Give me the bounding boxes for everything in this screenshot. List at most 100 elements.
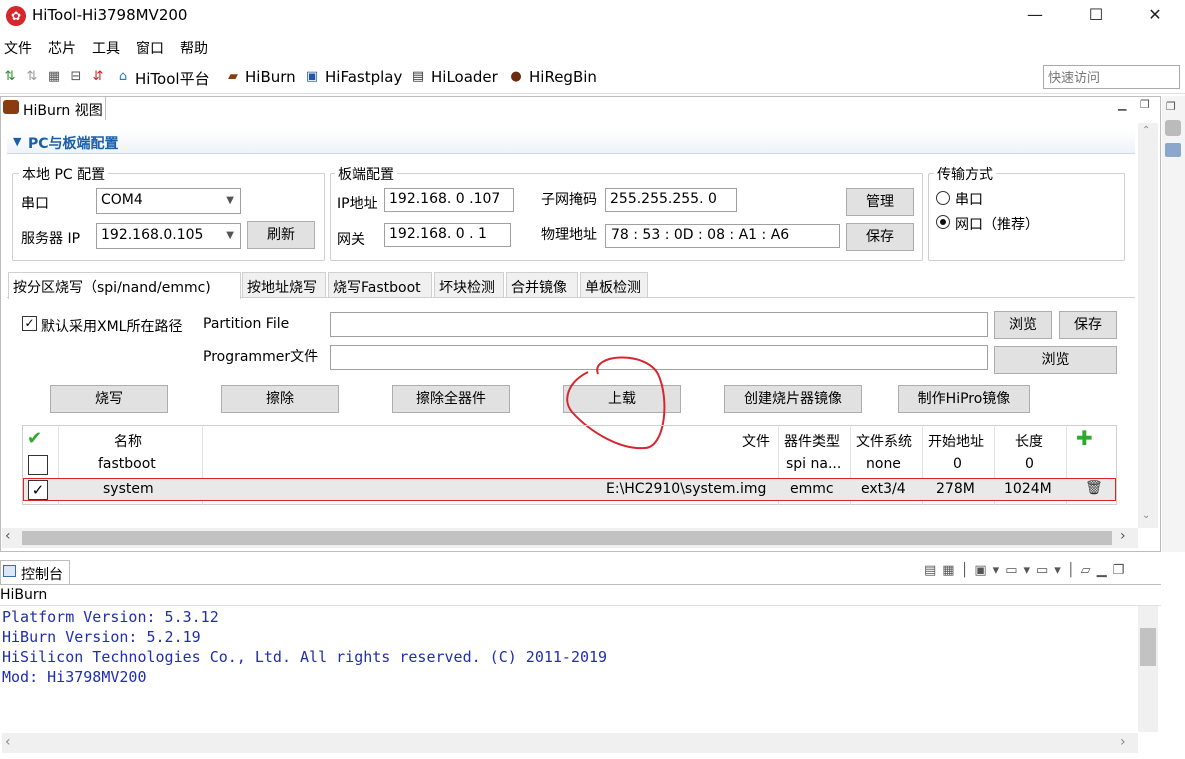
programmer-browse-button[interactable]: 浏览 xyxy=(994,346,1117,374)
tab-board-check[interactable]: 单板检测 xyxy=(580,272,648,298)
console-horizontal-scrollbar[interactable] xyxy=(2,733,1138,753)
ip-address-field[interactable]: 192.168. 0 .107 xyxy=(384,188,514,212)
disconnect-icon[interactable]: ⇅ xyxy=(24,69,40,85)
board-save-button[interactable]: 保存 xyxy=(846,223,914,251)
row-checkbox[interactable] xyxy=(28,455,48,475)
scroll-down-icon[interactable]: ⌄ xyxy=(1142,510,1150,521)
hiburn-icon[interactable]: ▰ xyxy=(225,69,241,85)
toolbar-hifastplay[interactable]: HiFastplay xyxy=(325,68,402,86)
board-icon[interactable]: ▦ xyxy=(46,69,62,85)
gateway-label: 网关 xyxy=(337,232,365,248)
manage-button[interactable]: 管理 xyxy=(846,188,914,216)
toolbar-hiburn[interactable]: HiBurn xyxy=(245,68,296,86)
menu-chip[interactable]: 芯片 xyxy=(48,38,76,58)
add-row-icon[interactable]: ✚ xyxy=(1076,426,1093,450)
tab-bad-block[interactable]: 坏块检测 xyxy=(434,272,504,298)
erase-all-button[interactable]: 擦除全器件 xyxy=(392,385,510,413)
programmer-file-label: Programmer文件 xyxy=(203,349,319,365)
radio-serial[interactable] xyxy=(936,191,950,205)
refresh-button[interactable]: 刷新 xyxy=(247,221,315,249)
mac-address-field[interactable]: 78 : 53 : 0D : 08 : A1 : A6 xyxy=(605,224,840,248)
header-name: 名称 xyxy=(114,434,142,450)
burn-button[interactable]: 烧写 xyxy=(50,385,168,413)
config-section-header[interactable] xyxy=(7,130,1135,154)
horizontal-scroll-thumb[interactable] xyxy=(22,531,1112,545)
server-ip-value: 192.168.0.105 xyxy=(101,227,204,243)
scroll-right-icon[interactable]: › xyxy=(1120,734,1126,750)
server-ip-select[interactable]: 192.168.0.105 ▼ xyxy=(96,223,241,249)
serial-port-label: 串口 xyxy=(21,196,49,212)
gateway-field[interactable]: 192.168. 0 . 1 xyxy=(384,223,511,247)
scroll-left-icon[interactable]: ‹ xyxy=(5,528,11,544)
subnet-mask-field[interactable]: 255.255.255. 0 xyxy=(605,188,737,212)
serial-port-value: COM4 xyxy=(101,192,143,208)
console-line: HiSilicon Technologies Co., Ltd. All rig… xyxy=(2,648,608,666)
collapse-triangle-icon[interactable]: ▼ xyxy=(13,135,21,148)
console-scroll-thumb[interactable] xyxy=(1140,628,1156,666)
row-length: 0 xyxy=(1025,456,1034,472)
create-programmer-image-button[interactable]: 创建烧片器镜像 xyxy=(724,385,862,413)
serial-port-select[interactable]: COM4 ▼ xyxy=(96,188,241,214)
erase-button[interactable]: 擦除 xyxy=(221,385,339,413)
partition-file-input[interactable] xyxy=(330,312,988,337)
app-logo-icon: ✿ xyxy=(6,6,26,26)
toolbar-hitool-platform[interactable]: HiTool平台 xyxy=(135,68,210,89)
view-vertical-scrollbar[interactable] xyxy=(1138,123,1158,528)
scroll-up-icon[interactable]: ⌃ xyxy=(1142,125,1150,136)
transfer-icon[interactable]: ⇵ xyxy=(90,69,106,85)
menu-bar xyxy=(0,34,1185,60)
home-icon[interactable]: ⌂ xyxy=(115,69,131,85)
trim-console-icon[interactable] xyxy=(1165,143,1181,157)
console-divider xyxy=(0,605,1161,606)
hiregbin-icon[interactable]: ● xyxy=(508,69,524,85)
xml-path-checkbox[interactable]: ✓ xyxy=(22,316,37,331)
connect-icon[interactable]: ⇅ xyxy=(2,69,18,85)
toolbar-hiloader[interactable]: HiLoader xyxy=(431,68,498,86)
mac-address-label: 物理地址 xyxy=(541,227,597,243)
menu-window[interactable]: 窗口 xyxy=(136,38,164,58)
maximize-button[interactable]: ☐ xyxy=(1073,0,1119,32)
config-section-title: PC与板端配置 xyxy=(28,136,119,152)
transfer-mode-group-title: 传输方式 xyxy=(934,164,996,184)
radio-network[interactable] xyxy=(936,215,950,229)
hifastplay-icon[interactable]: ▣ xyxy=(304,69,320,85)
header-device-type: 器件类型 xyxy=(784,434,840,450)
row-device: spi na... xyxy=(786,456,842,472)
menu-file[interactable]: 文件 xyxy=(4,38,32,58)
menu-tools[interactable]: 工具 xyxy=(92,38,120,58)
console-toolbar-icons[interactable]: ▤▦│▣▾▭▾▭▾│▱▁❐ xyxy=(924,563,1130,578)
scroll-left-icon[interactable]: ‹ xyxy=(5,734,11,750)
tab-partition-burn[interactable]: 按分区烧写（spi/nand/emmc) xyxy=(8,272,241,299)
minimize-button[interactable]: — xyxy=(1012,0,1058,32)
window-title: HiTool-Hi3798MV200 xyxy=(32,6,188,24)
console-vertical-scrollbar[interactable] xyxy=(1138,606,1158,732)
chevron-down-icon: ▼ xyxy=(226,230,234,241)
check-all-icon[interactable]: ✔ xyxy=(27,428,42,449)
trim-outline-icon[interactable] xyxy=(1165,120,1181,136)
radio-serial-label: 串口 xyxy=(955,192,983,208)
partition-browse-button[interactable]: 浏览 xyxy=(994,311,1052,339)
console-line: HiBurn Version: 5.2.19 xyxy=(2,628,201,646)
header-length: 长度 xyxy=(1015,434,1043,450)
scroll-right-icon[interactable]: › xyxy=(1120,528,1126,544)
tab-merge-image[interactable]: 合并镜像 xyxy=(506,272,578,298)
view-maximize-icon[interactable]: ❐ xyxy=(1140,98,1150,111)
make-hipro-image-button[interactable]: 制作HiPro镜像 xyxy=(898,385,1030,413)
row-start: 278M xyxy=(936,481,975,497)
view-minimize-icon[interactable]: ▁ xyxy=(1118,98,1126,111)
chevron-down-icon: ▼ xyxy=(226,195,234,206)
row-checkbox[interactable]: ✓ xyxy=(28,480,48,500)
trim-restore-icon[interactable]: ❐ xyxy=(1166,100,1176,113)
row-filesystem: none xyxy=(866,456,901,472)
menu-help[interactable]: 帮助 xyxy=(180,38,208,58)
tab-burn-fastboot[interactable]: 烧写Fastboot xyxy=(328,272,432,298)
partition-save-button[interactable]: 保存 xyxy=(1059,311,1117,339)
hiloader-icon[interactable]: ▤ xyxy=(410,69,426,85)
tab-address-burn[interactable]: 按地址烧写 xyxy=(242,272,326,298)
row-length: 1024M xyxy=(1004,481,1052,497)
quick-access-input[interactable] xyxy=(1043,65,1180,89)
trash-icon[interactable]: 🗑 xyxy=(1085,480,1103,496)
close-button[interactable]: ✕ xyxy=(1132,0,1178,32)
toolbar-hiregbin[interactable]: HiRegBin xyxy=(529,68,597,86)
serial-icon[interactable]: ⊟ xyxy=(68,69,84,85)
